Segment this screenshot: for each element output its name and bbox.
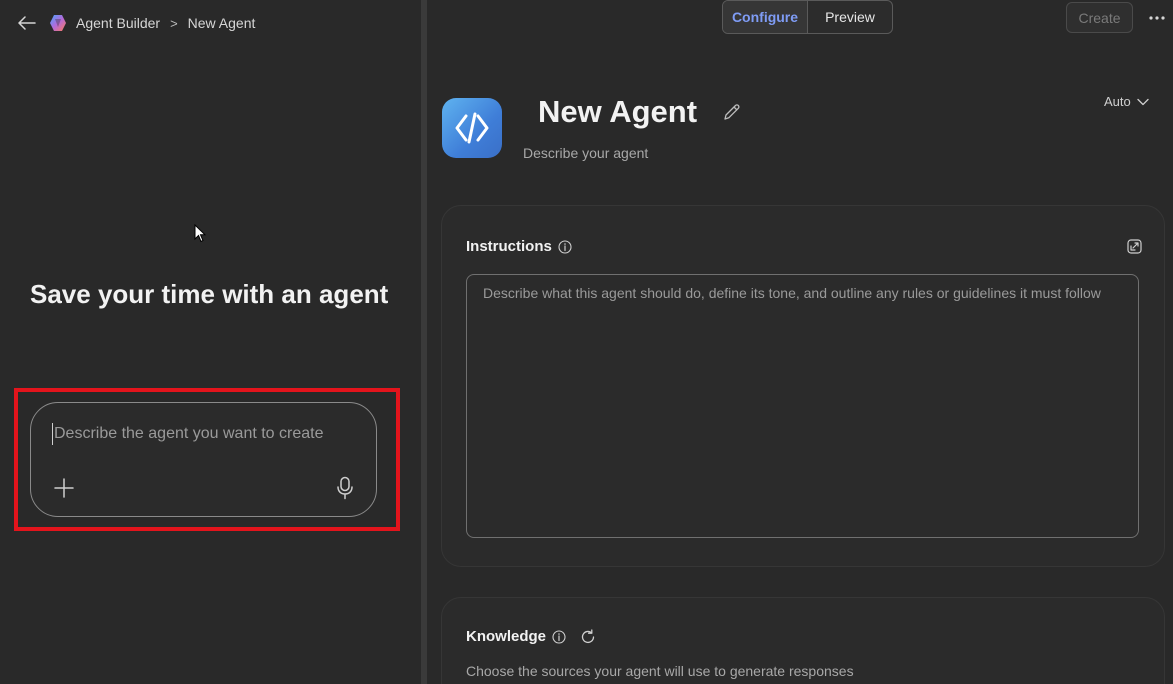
tab-preview[interactable]: Preview (808, 1, 892, 33)
more-icon[interactable] (1145, 8, 1169, 28)
expand-icon[interactable] (1127, 239, 1142, 254)
model-select[interactable]: Auto (1104, 94, 1149, 109)
info-icon[interactable] (558, 239, 572, 254)
knowledge-subtitle: Choose the sources your agent will use t… (466, 663, 854, 679)
tab-configure[interactable]: Configure (723, 1, 808, 33)
breadcrumb-root[interactable]: Agent Builder (76, 15, 160, 31)
knowledge-card: Knowledge Choose the sources your agent … (441, 597, 1165, 684)
microphone-icon[interactable] (335, 476, 355, 500)
refresh-icon[interactable] (580, 628, 596, 645)
agent-name[interactable]: New Agent (538, 94, 697, 130)
instructions-title: Instructions (466, 238, 552, 255)
back-arrow-icon[interactable] (16, 12, 38, 34)
agent-avatar[interactable] (442, 98, 502, 158)
instructions-textarea[interactable] (466, 274, 1139, 538)
chevron-down-icon (1137, 98, 1149, 105)
breadcrumb-current: New Agent (187, 15, 256, 31)
copilot-logo-icon (48, 13, 68, 33)
knowledge-header: Knowledge (466, 628, 596, 645)
plus-icon[interactable] (53, 477, 75, 499)
agent-description-field[interactable]: Describe your agent (523, 145, 648, 161)
pencil-icon[interactable] (722, 102, 742, 122)
agent-config-pane: Configure Preview Create New Agent Descr… (427, 0, 1173, 684)
info-icon[interactable] (552, 629, 566, 644)
instructions-card: Instructions (441, 205, 1165, 567)
instructions-header: Instructions (466, 238, 572, 255)
mouse-cursor-icon (194, 223, 207, 248)
breadcrumb-separator: > (170, 15, 178, 31)
breadcrumb: Agent Builder > New Agent (16, 11, 255, 35)
agent-description-composer (30, 402, 377, 517)
code-icon (455, 112, 489, 144)
knowledge-title: Knowledge (466, 628, 547, 645)
left-headline: Save your time with an agent (30, 279, 389, 309)
create-button[interactable]: Create (1066, 2, 1133, 33)
agent-builder-left-pane: Agent Builder > New Agent Save your time… (0, 0, 421, 684)
model-select-value: Auto (1104, 94, 1131, 109)
agent-description-input[interactable] (52, 423, 352, 445)
mode-tabs: Configure Preview (722, 0, 893, 34)
